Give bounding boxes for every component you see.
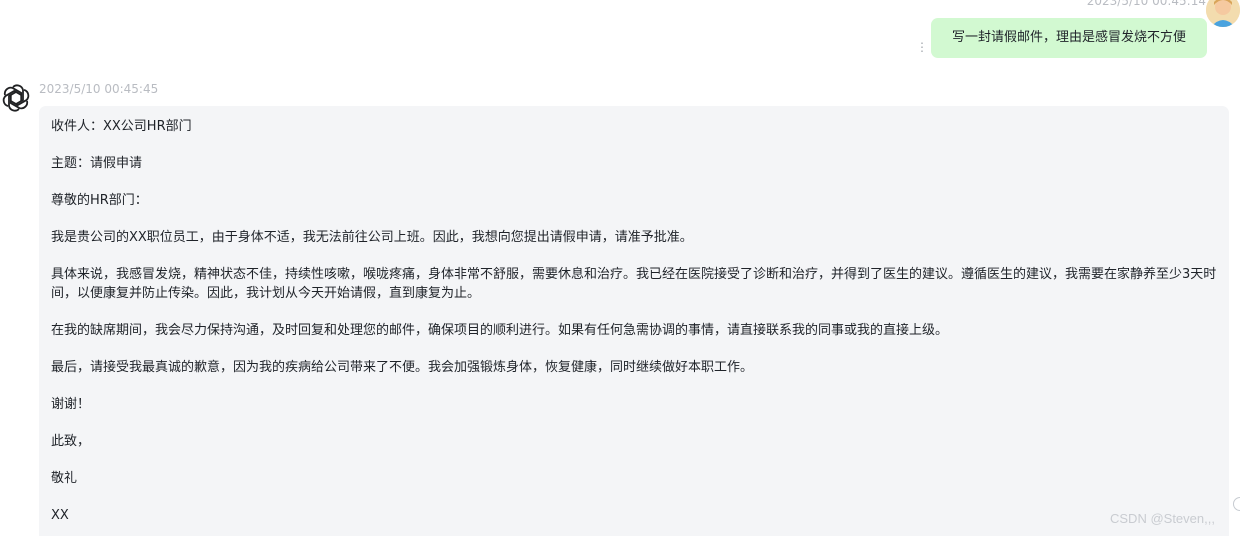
email-salutation: 尊敬的HR部门： bbox=[51, 193, 148, 208]
email-paragraph-absence: 在我的缺席期间，我会尽力保持沟通，及时回复和处理您的邮件，确保项目的顺利进行。如… bbox=[51, 323, 949, 338]
user-message-bubble: 写一封请假邮件，理由是感冒发烧不方便 bbox=[931, 18, 1207, 58]
bot-message-bubble: 收件人：XX公司HR部门 主题：请假申请 尊敬的HR部门： 我是贵公司的XX职位… bbox=[39, 106, 1229, 536]
chat-window: 2023/5/10 00:45:14 ⋮ 写一封请假邮件，理由是感冒发烧不方便 … bbox=[0, 0, 1240, 536]
email-paragraph-details: 具体来说，我感冒发烧，精神状态不佳，持续性咳嗽，喉咙疼痛，身体非常不舒服，需要休… bbox=[51, 267, 1217, 301]
openai-logo-icon bbox=[0, 82, 32, 114]
email-paragraph-apology: 最后，请接受我最真诚的歉意，因为我的疾病给公司带来了不便。我会加强锻炼身体，恢复… bbox=[51, 360, 754, 375]
more-vertical-icon[interactable]: ⋮ bbox=[916, 40, 928, 54]
bot-message-timestamp: 2023/5/10 00:45:45 bbox=[39, 82, 159, 96]
email-signature: XX bbox=[51, 508, 69, 523]
email-recipient: 收件人：XX公司HR部门 bbox=[51, 119, 192, 134]
user-avatar-icon[interactable] bbox=[1206, 0, 1240, 27]
scroll-indicator[interactable] bbox=[1233, 497, 1240, 511]
email-closing: 此致， bbox=[51, 434, 91, 449]
email-regards: 敬礼 bbox=[51, 471, 78, 486]
email-thanks: 谢谢！ bbox=[51, 397, 91, 412]
email-paragraph-intro: 我是贵公司的XX职位员工，由于身体不适，我无法前往公司上班。因此，我想向您提出请… bbox=[51, 230, 693, 245]
user-message-timestamp: 2023/5/10 00:45:14 bbox=[1086, 0, 1206, 8]
email-subject: 主题：请假申请 bbox=[51, 156, 143, 171]
watermark: CSDN @Steven,,, bbox=[1110, 511, 1215, 526]
